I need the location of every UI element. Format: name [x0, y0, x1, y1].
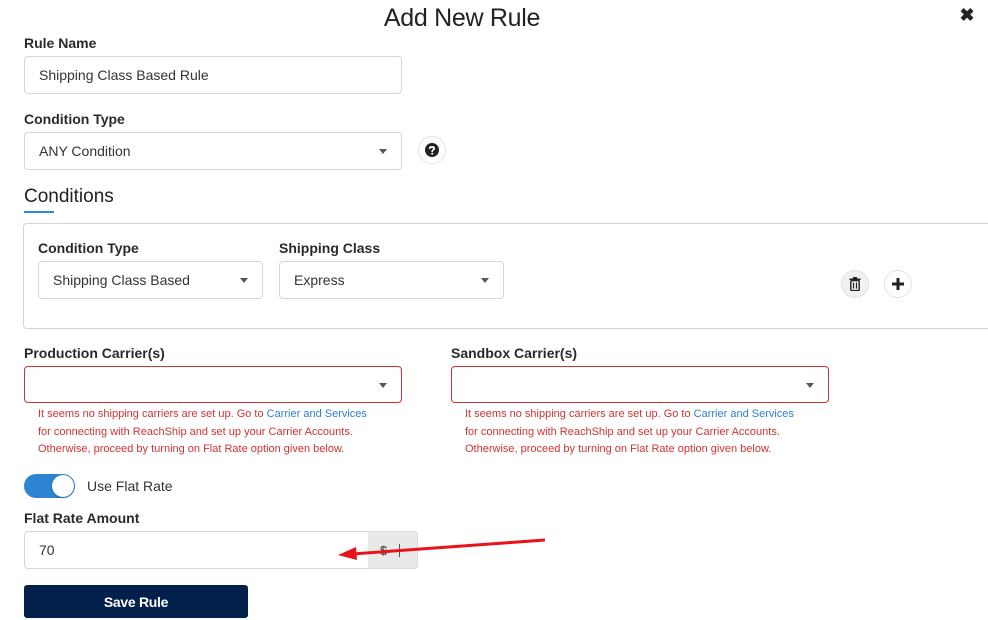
flat-rate-amount-label: Flat Rate Amount [24, 510, 140, 526]
error-text-line1: It seems no shipping carriers are set up… [38, 408, 267, 420]
row-shipping-class-label: Shipping Class [279, 240, 381, 256]
sandbox-carriers-error: It seems no shipping carriers are set up… [465, 406, 825, 459]
flat-rate-amount-input[interactable]: 70 [24, 531, 369, 569]
close-button[interactable]: ✖ [958, 6, 976, 24]
chevron-down-icon [379, 382, 387, 388]
condition-type-label: Condition Type [24, 111, 125, 127]
conditions-title-underline [24, 211, 54, 213]
save-rule-button[interactable]: Save Rule [24, 585, 248, 618]
error-text-line3: Otherwise, proceed by turning on Flat Ra… [38, 443, 345, 455]
row-condition-type-value: Shipping Class Based [53, 272, 190, 288]
flat-rate-amount-value: 70 [39, 542, 55, 558]
error-text-line1: It seems no shipping carriers are set up… [465, 408, 694, 420]
rule-name-input[interactable]: Shipping Class Based Rule [24, 56, 402, 94]
close-x-icon: ✖ [959, 5, 975, 25]
condition-type-value: ANY Condition [39, 143, 131, 159]
question-circle-icon [425, 143, 439, 157]
production-carriers-select[interactable] [24, 366, 402, 403]
error-text-line3: Otherwise, proceed by turning on Flat Ra… [465, 443, 772, 455]
use-flat-rate-toggle[interactable] [24, 474, 75, 498]
plus-icon [892, 278, 904, 290]
trash-icon [849, 277, 861, 291]
error-text-line2: for connecting with ReachShip and set up… [465, 425, 780, 438]
row-shipping-class-value: Express [294, 272, 345, 288]
rule-name-label: Rule Name [24, 35, 97, 51]
dialog-title: Add New Rule [383, 4, 541, 32]
error-text-line2: for connecting with ReachShip and set up… [38, 425, 353, 438]
arrow-shaft [351, 538, 546, 556]
condition-row: Condition Type Shipping Class Based Ship… [23, 223, 988, 329]
red-annotation-arrow [338, 538, 546, 560]
chevron-down-icon [806, 382, 814, 388]
use-flat-rate-label: Use Flat Rate [87, 478, 173, 494]
add-condition-button[interactable] [884, 270, 912, 298]
production-carriers-label: Production Carrier(s) [24, 345, 165, 361]
row-condition-type-select[interactable]: Shipping Class Based [38, 261, 263, 299]
delete-condition-button[interactable] [841, 270, 869, 298]
sandbox-carriers-select[interactable] [451, 366, 829, 403]
rule-name-value: Shipping Class Based Rule [39, 67, 209, 83]
toggle-knob [52, 475, 74, 497]
carrier-and-services-link[interactable]: Carrier and Services [694, 408, 794, 420]
conditions-section-title: Conditions [24, 186, 114, 207]
chevron-down-icon [240, 278, 248, 283]
sandbox-carriers-label: Sandbox Carrier(s) [451, 345, 578, 361]
condition-type-select[interactable]: ANY Condition [24, 132, 402, 170]
chevron-down-icon [481, 278, 489, 283]
row-condition-type-label: Condition Type [38, 240, 139, 256]
arrow-head [338, 547, 357, 560]
row-shipping-class-select[interactable]: Express [279, 261, 504, 299]
chevron-down-icon [379, 149, 387, 154]
production-carriers-error: It seems no shipping carriers are set up… [38, 406, 398, 459]
condition-type-help-button[interactable] [418, 136, 446, 164]
carrier-and-services-link[interactable]: Carrier and Services [267, 408, 367, 420]
